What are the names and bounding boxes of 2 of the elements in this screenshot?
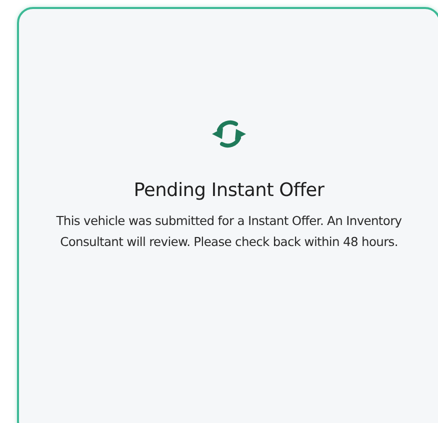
card-title: Pending Instant Offer (134, 180, 324, 201)
status-message: This vehicle was submitted for a Instant Offer. An Inventory Consultant will review. Please check back within 48 hours. (55, 213, 403, 251)
